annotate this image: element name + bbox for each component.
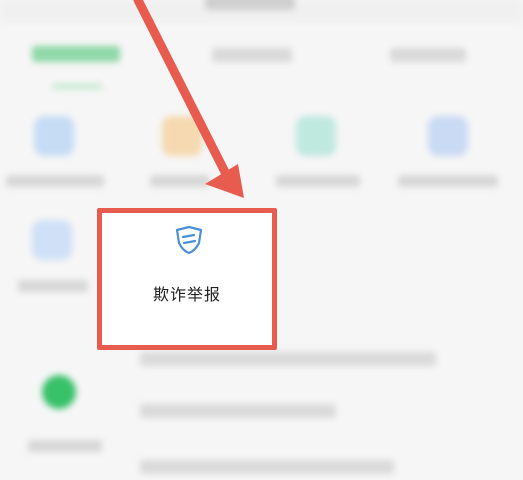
pointer-arrow-annotation bbox=[133, 0, 244, 198]
